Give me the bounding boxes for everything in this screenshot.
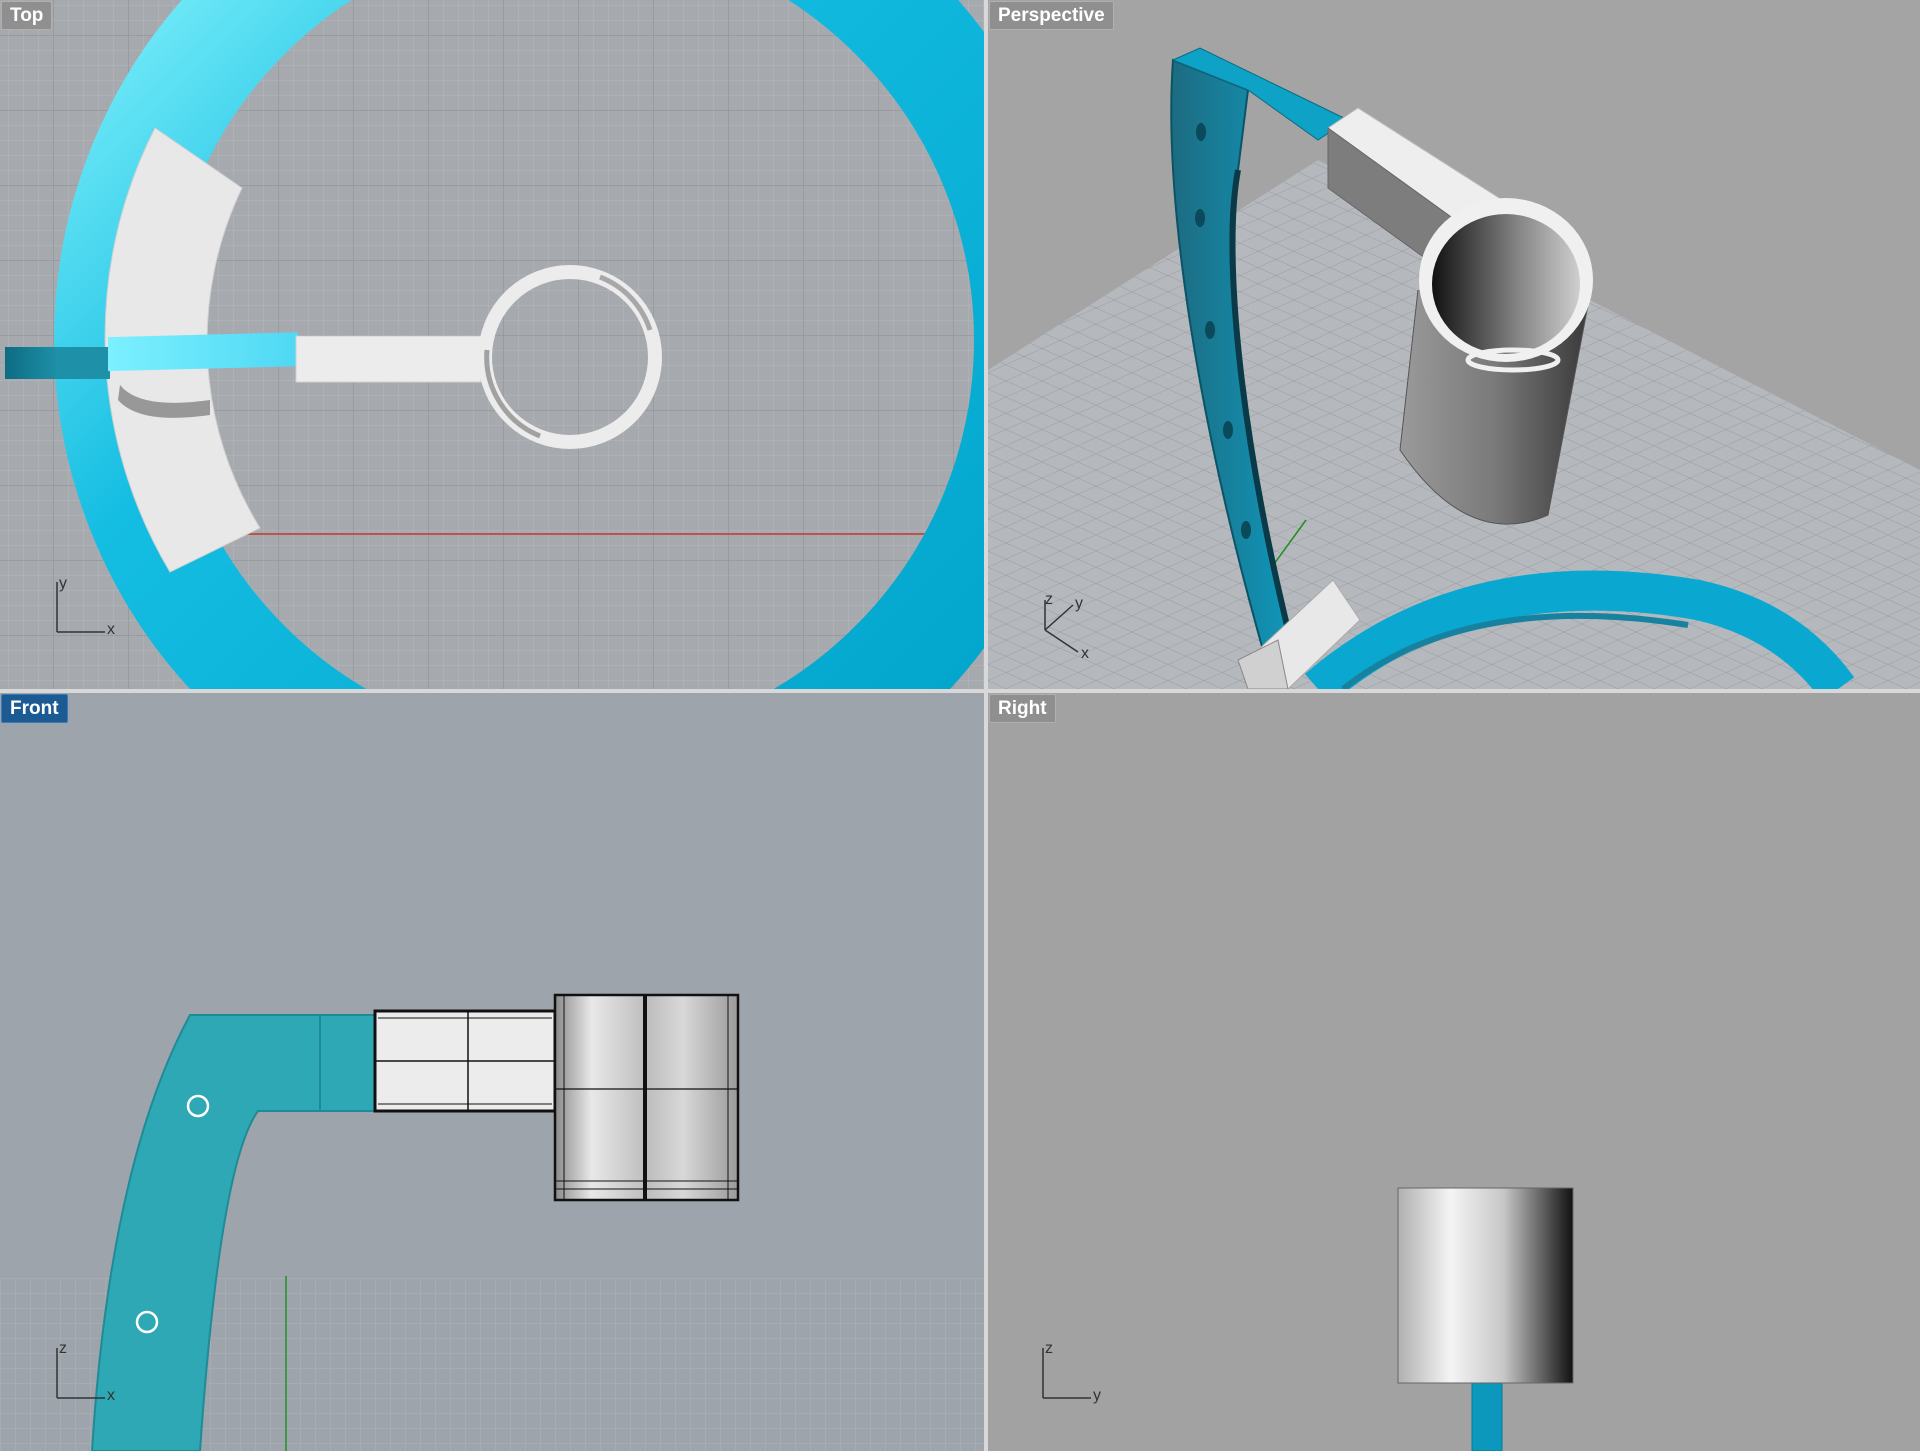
svg-text:z: z — [1045, 1340, 1053, 1357]
cup-holder[interactable] — [1397, 1187, 1574, 1384]
viewport-perspective[interactable]: z y x Perspective — [988, 0, 1920, 689]
front-view-scene[interactable]: z x — [0, 693, 984, 1451]
viewport-title-front[interactable]: Front — [1, 694, 68, 723]
axis-triad: z y — [1042, 1340, 1101, 1404]
mounting-hole — [135, 1310, 159, 1334]
stem-bar[interactable] — [1471, 1380, 1503, 1451]
perspective-view-scene[interactable]: z y x — [988, 0, 1920, 689]
svg-text:x: x — [107, 1387, 115, 1404]
right-view-scene[interactable]: z y — [988, 693, 1920, 1451]
viewport-title-right[interactable]: Right — [989, 694, 1056, 723]
arm-bar-light[interactable] — [108, 332, 298, 372]
viewport-splitter-horizontal[interactable] — [0, 689, 1920, 693]
viewport-title-perspective[interactable]: Perspective — [989, 1, 1114, 30]
arm-bar-dark[interactable] — [5, 347, 110, 379]
viewport-splitter-vertical[interactable] — [984, 0, 988, 1451]
svg-text:x: x — [107, 621, 115, 638]
mounting-hole — [186, 1094, 210, 1118]
svg-text:y: y — [1075, 595, 1083, 612]
top-view-scene[interactable]: y x — [0, 0, 984, 689]
holder-arm[interactable] — [295, 335, 482, 383]
viewport-front[interactable]: z x Front — [0, 693, 984, 1451]
svg-text:y: y — [1093, 1387, 1101, 1404]
svg-text:z: z — [59, 1340, 67, 1357]
viewport-right[interactable]: z y Right — [988, 693, 1920, 1451]
viewport-top[interactable]: y x Top — [0, 0, 984, 689]
rhino-modeling-window: y x Top z y x Perspective z x Front z y … — [0, 0, 1920, 1451]
svg-text:z: z — [1045, 591, 1053, 608]
svg-text:y: y — [59, 575, 67, 592]
svg-text:x: x — [1081, 645, 1089, 662]
viewport-title-top[interactable]: Top — [1, 1, 53, 30]
cup-interior — [1432, 214, 1580, 354]
